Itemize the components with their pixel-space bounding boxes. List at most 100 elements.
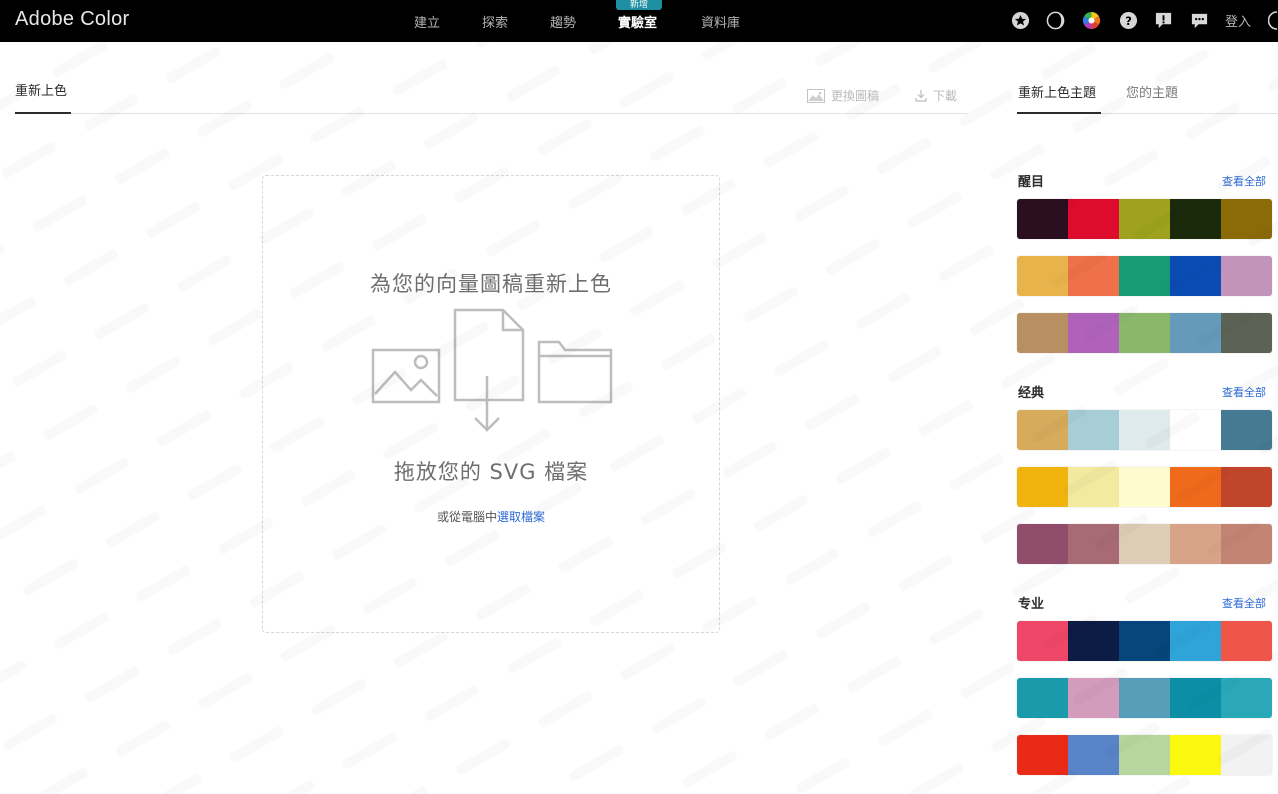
drop-instruction: 拖放您的 SVG 檔案 (393, 460, 589, 484)
picture-icon (371, 348, 441, 404)
image-icon (807, 88, 825, 103)
nav-item-explore[interactable]: 探索 (482, 12, 508, 31)
color-swatch (1119, 467, 1170, 507)
color-swatch (1068, 678, 1119, 718)
color-swatch (1017, 199, 1068, 239)
replace-art-label: 更換圖稿 (831, 89, 880, 103)
color-swatch (1170, 199, 1221, 239)
arrow-down-icon (474, 376, 500, 432)
download-button[interactable]: 下載 (915, 87, 957, 104)
color-swatch (1017, 621, 1068, 661)
select-file-prefix: 或從電腦中 (436, 510, 497, 524)
tab-divider (15, 113, 968, 114)
nav-item-labs[interactable]: 實驗室 (618, 12, 657, 31)
top-bar: Adobe Color 建立 探索 趨勢 新增 實驗室 資料庫 ? 登入 (0, 0, 1278, 42)
color-swatch (1017, 256, 1068, 296)
color-swatch (1068, 621, 1119, 661)
color-swatch (1221, 621, 1272, 661)
color-swatch (1017, 735, 1068, 775)
color-swatch (1221, 199, 1272, 239)
tab-your-themes[interactable]: 您的主題 (1126, 82, 1178, 101)
color-swatch (1017, 410, 1068, 450)
active-tab-indicator (15, 112, 71, 114)
chat-icon[interactable] (1190, 11, 1209, 30)
palette-row[interactable] (1017, 313, 1272, 353)
color-swatch (1068, 735, 1119, 775)
view-all-link-classic[interactable]: 查看全部 (1222, 384, 1266, 400)
download-label: 下載 (933, 89, 958, 103)
color-swatch (1170, 410, 1221, 450)
section-title-professional: 专业 (1018, 597, 1045, 612)
overflow-icon[interactable] (1268, 11, 1278, 30)
color-swatch (1170, 313, 1221, 353)
color-swatch (1068, 313, 1119, 353)
select-file-link[interactable]: 選取檔案 (497, 510, 545, 524)
color-swatch (1068, 256, 1119, 296)
folder-icon (537, 340, 613, 404)
color-swatch (1221, 735, 1272, 775)
color-swatch (1221, 256, 1272, 296)
color-swatch (1221, 678, 1272, 718)
color-swatch (1119, 313, 1170, 353)
star-icon[interactable] (1011, 11, 1030, 30)
color-swatch (1170, 678, 1221, 718)
color-swatch (1221, 410, 1272, 450)
help-icon[interactable]: ? (1119, 11, 1138, 30)
color-swatch (1068, 410, 1119, 450)
color-swatch (1119, 678, 1170, 718)
tab-recolor-themes[interactable]: 重新上色主題 (1018, 82, 1096, 101)
color-swatch (1119, 410, 1170, 450)
color-swatch (1119, 256, 1170, 296)
new-badge: 新增 (616, 0, 662, 10)
tab-recolor[interactable]: 重新上色 (15, 80, 67, 99)
palette-row[interactable] (1017, 199, 1272, 239)
color-swatch (1119, 524, 1170, 564)
color-swatch (1221, 467, 1272, 507)
color-swatch (1017, 467, 1068, 507)
nav-item-create[interactable]: 建立 (414, 12, 440, 31)
svg-text:?: ? (1125, 14, 1132, 28)
download-icon (915, 90, 927, 102)
color-swatch (1119, 199, 1170, 239)
login-link[interactable]: 登入 (1225, 11, 1251, 30)
palette-row[interactable] (1017, 621, 1272, 661)
nav-item-library[interactable]: 資料庫 (701, 12, 740, 31)
document-icon (453, 308, 525, 402)
view-all-link-vivid[interactable]: 查看全部 (1222, 173, 1266, 189)
replace-art-button[interactable]: 更換圖稿 (807, 87, 879, 104)
color-swatch (1119, 621, 1170, 661)
section-title-classic: 经典 (1018, 386, 1045, 401)
color-swatch (1170, 256, 1221, 296)
palette-row[interactable] (1017, 410, 1272, 450)
moon-icon[interactable] (1046, 11, 1065, 30)
color-swatch (1017, 524, 1068, 564)
color-swatch (1221, 313, 1272, 353)
color-swatch (1170, 621, 1221, 661)
svg-drop-zone[interactable]: 為您的向量圖稿重新上色 拖放您的 SVG 檔案 或從電腦中選取檔案 (262, 175, 720, 633)
section-title-vivid: 醒目 (1018, 175, 1045, 190)
color-wheel-icon[interactable] (1082, 11, 1101, 30)
alert-icon[interactable] (1154, 11, 1173, 30)
right-active-tab-indicator (1017, 112, 1101, 114)
palette-row[interactable] (1017, 524, 1272, 564)
color-swatch (1068, 199, 1119, 239)
view-all-link-professional[interactable]: 查看全部 (1222, 595, 1266, 611)
color-swatch (1068, 524, 1119, 564)
color-swatch (1119, 735, 1170, 775)
nav-item-trends[interactable]: 趨勢 (550, 12, 576, 31)
color-swatch (1170, 467, 1221, 507)
select-file-hint: 或從電腦中選取檔案 (263, 508, 719, 525)
palette-row[interactable] (1017, 256, 1272, 296)
palette-row[interactable] (1017, 467, 1272, 507)
color-swatch (1170, 524, 1221, 564)
app-logo[interactable]: Adobe Color (15, 8, 129, 31)
color-swatch (1170, 735, 1221, 775)
color-swatch (1017, 313, 1068, 353)
color-swatch (1221, 524, 1272, 564)
palette-row[interactable] (1017, 678, 1272, 718)
palette-row[interactable] (1017, 735, 1272, 775)
upload-illustration (371, 308, 613, 432)
color-swatch (1068, 467, 1119, 507)
dropzone-title: 為您的向量圖稿重新上色 (370, 272, 612, 296)
color-swatch (1017, 678, 1068, 718)
